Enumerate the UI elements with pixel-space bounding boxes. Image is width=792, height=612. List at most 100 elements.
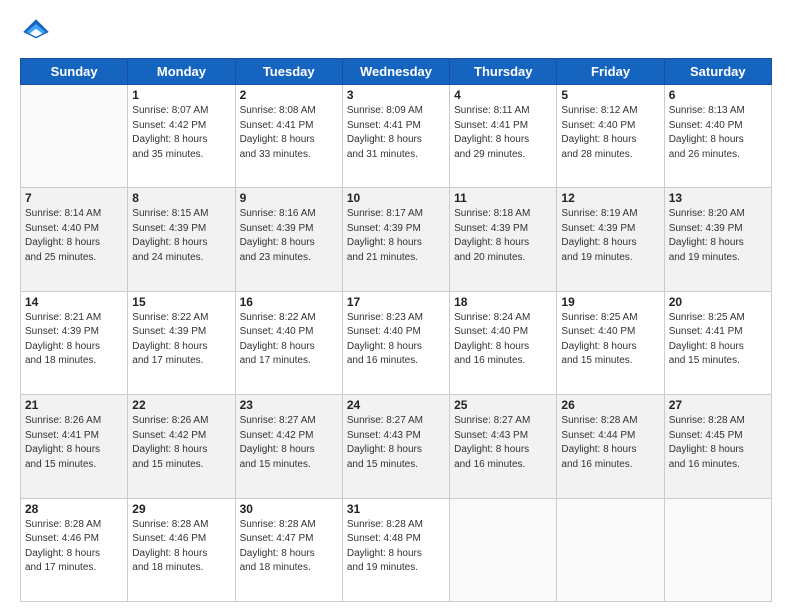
calendar-header-row: SundayMondayTuesdayWednesdayThursdayFrid…	[21, 59, 772, 85]
calendar-cell: 20 Sunrise: 8:25 AMSunset: 4:41 PMDayligh…	[664, 291, 771, 394]
day-details: Sunrise: 8:25 AMSunset: 4:40 PMDaylight:…	[561, 311, 659, 369]
calendar-cell: 11 Sunrise: 8:18 AMSunset: 4:39 PMDayligh…	[450, 188, 557, 291]
day-details: Sunrise: 8:15 AMSunset: 4:39 PMDaylight:…	[132, 207, 230, 265]
day-number: 6	[669, 88, 767, 102]
day-details: Sunrise: 8:16 AMSunset: 4:39 PMDaylight:…	[240, 207, 338, 265]
calendar-cell: 26Sunrise: 8:28 AMSunset: 4:44 PMDayligh…	[557, 395, 664, 498]
calendar-cell: 23 Sunrise: 8:27 AMSunset: 4:42 PMDayligh…	[235, 395, 342, 498]
day-details: Sunrise: 8:14 AMSunset: 4:40 PMDaylight:…	[25, 207, 123, 265]
calendar-cell: 8Sunrise: 8:15 AMSunset: 4:39 PMDaylight…	[128, 188, 235, 291]
day-number: 27	[669, 398, 767, 412]
column-header-friday: Friday	[557, 59, 664, 85]
day-details: Sunrise: 8:22 AMSunset: 4:39 PMDaylight:…	[132, 311, 230, 369]
day-number: 24	[347, 398, 445, 412]
day-details: Sunrise: 8:26 AMSunset: 4:41 PMDaylight:…	[25, 414, 123, 472]
logo-icon	[20, 16, 52, 48]
day-details: Sunrise: 8:27 AMSunset: 4:43 PMDaylight:…	[347, 414, 445, 472]
calendar-table: SundayMondayTuesdayWednesdayThursdayFrid…	[20, 58, 772, 602]
calendar-cell: 13 Sunrise: 8:20 AMSunset: 4:39 PMDayligh…	[664, 188, 771, 291]
day-number: 13	[669, 191, 767, 205]
day-details: Sunrise: 8:28 AMSunset: 4:46 PMDaylight:…	[25, 518, 123, 576]
day-number: 17	[347, 295, 445, 309]
day-details: Sunrise: 8:13 AMSunset: 4:40 PMDaylight:…	[669, 104, 767, 162]
calendar-cell: 29 Sunrise: 8:28 AMSunset: 4:46 PMDayligh…	[128, 498, 235, 601]
calendar-cell: 22 Sunrise: 8:26 AMSunset: 4:42 PMDayligh…	[128, 395, 235, 498]
calendar-cell	[21, 85, 128, 188]
day-number: 9	[240, 191, 338, 205]
day-number: 4	[454, 88, 552, 102]
calendar-cell: 2Sunrise: 8:08 AMSunset: 4:41 PMDaylight…	[235, 85, 342, 188]
column-header-wednesday: Wednesday	[342, 59, 449, 85]
day-number: 11	[454, 191, 552, 205]
calendar-cell: 24 Sunrise: 8:27 AMSunset: 4:43 PMDayligh…	[342, 395, 449, 498]
day-details: Sunrise: 8:28 AMSunset: 4:46 PMDaylight:…	[132, 518, 230, 576]
calendar-cell	[664, 498, 771, 601]
calendar-cell: 6 Sunrise: 8:13 AMSunset: 4:40 PMDaylight…	[664, 85, 771, 188]
calendar-cell: 28 Sunrise: 8:28 AMSunset: 4:46 PMDayligh…	[21, 498, 128, 601]
column-header-tuesday: Tuesday	[235, 59, 342, 85]
day-details: Sunrise: 8:23 AMSunset: 4:40 PMDaylight:…	[347, 311, 445, 369]
day-details: Sunrise: 8:18 AMSunset: 4:39 PMDaylight:…	[454, 207, 552, 265]
calendar-cell: 30 Sunrise: 8:28 AMSunset: 4:47 PMDayligh…	[235, 498, 342, 601]
day-number: 29	[132, 502, 230, 516]
day-number: 23	[240, 398, 338, 412]
day-number: 25	[454, 398, 552, 412]
day-number: 20	[669, 295, 767, 309]
day-details: Sunrise: 8:22 AMSunset: 4:40 PMDaylight:…	[240, 311, 338, 369]
logo	[20, 16, 56, 48]
column-header-saturday: Saturday	[664, 59, 771, 85]
calendar-cell: 5Sunrise: 8:12 AMSunset: 4:40 PMDaylight…	[557, 85, 664, 188]
column-header-thursday: Thursday	[450, 59, 557, 85]
day-details: Sunrise: 8:25 AMSunset: 4:41 PMDaylight:…	[669, 311, 767, 369]
calendar-cell: 19 Sunrise: 8:25 AMSunset: 4:40 PMDayligh…	[557, 291, 664, 394]
day-number: 16	[240, 295, 338, 309]
day-details: Sunrise: 8:09 AMSunset: 4:41 PMDaylight:…	[347, 104, 445, 162]
day-number: 30	[240, 502, 338, 516]
calendar-cell: 25Sunrise: 8:27 AMSunset: 4:43 PMDayligh…	[450, 395, 557, 498]
day-number: 21	[25, 398, 123, 412]
calendar-cell: 16 Sunrise: 8:22 AMSunset: 4:40 PMDayligh…	[235, 291, 342, 394]
day-details: Sunrise: 8:28 AMSunset: 4:47 PMDaylight:…	[240, 518, 338, 576]
day-details: Sunrise: 8:20 AMSunset: 4:39 PMDaylight:…	[669, 207, 767, 265]
day-number: 19	[561, 295, 659, 309]
day-details: Sunrise: 8:21 AMSunset: 4:39 PMDaylight:…	[25, 311, 123, 369]
calendar-cell: 10 Sunrise: 8:17 AMSunset: 4:39 PMDayligh…	[342, 188, 449, 291]
day-details: Sunrise: 8:11 AMSunset: 4:41 PMDaylight:…	[454, 104, 552, 162]
day-number: 31	[347, 502, 445, 516]
day-number: 3	[347, 88, 445, 102]
day-details: Sunrise: 8:28 AMSunset: 4:45 PMDaylight:…	[669, 414, 767, 472]
day-details: Sunrise: 8:19 AMSunset: 4:39 PMDaylight:…	[561, 207, 659, 265]
day-number: 7	[25, 191, 123, 205]
calendar-cell: 4 Sunrise: 8:11 AMSunset: 4:41 PMDaylight…	[450, 85, 557, 188]
calendar-cell: 18 Sunrise: 8:24 AMSunset: 4:40 PMDayligh…	[450, 291, 557, 394]
day-number: 1	[132, 88, 230, 102]
calendar-cell: 27 Sunrise: 8:28 AMSunset: 4:45 PMDayligh…	[664, 395, 771, 498]
day-details: Sunrise: 8:24 AMSunset: 4:40 PMDaylight:…	[454, 311, 552, 369]
calendar-week-row: 21 Sunrise: 8:26 AMSunset: 4:41 PMDayligh…	[21, 395, 772, 498]
page: SundayMondayTuesdayWednesdayThursdayFrid…	[0, 0, 792, 612]
day-number: 15	[132, 295, 230, 309]
day-details: Sunrise: 8:07 AMSunset: 4:42 PMDaylight:…	[132, 104, 230, 162]
day-number: 28	[25, 502, 123, 516]
day-number: 5	[561, 88, 659, 102]
calendar-cell	[450, 498, 557, 601]
day-number: 12	[561, 191, 659, 205]
day-number: 26	[561, 398, 659, 412]
day-number: 14	[25, 295, 123, 309]
day-details: Sunrise: 8:26 AMSunset: 4:42 PMDaylight:…	[132, 414, 230, 472]
day-details: Sunrise: 8:27 AMSunset: 4:42 PMDaylight:…	[240, 414, 338, 472]
day-number: 22	[132, 398, 230, 412]
calendar-cell	[557, 498, 664, 601]
calendar-cell: 3 Sunrise: 8:09 AMSunset: 4:41 PMDaylight…	[342, 85, 449, 188]
calendar-week-row: 1 Sunrise: 8:07 AMSunset: 4:42 PMDaylight…	[21, 85, 772, 188]
calendar-week-row: 14 Sunrise: 8:21 AMSunset: 4:39 PMDayligh…	[21, 291, 772, 394]
day-number: 10	[347, 191, 445, 205]
day-number: 18	[454, 295, 552, 309]
header	[20, 16, 772, 48]
day-details: Sunrise: 8:08 AMSunset: 4:41 PMDaylight:…	[240, 104, 338, 162]
calendar-cell: 15 Sunrise: 8:22 AMSunset: 4:39 PMDayligh…	[128, 291, 235, 394]
calendar-week-row: 7 Sunrise: 8:14 AMSunset: 4:40 PMDaylight…	[21, 188, 772, 291]
calendar-week-row: 28 Sunrise: 8:28 AMSunset: 4:46 PMDayligh…	[21, 498, 772, 601]
calendar-cell: 31Sunrise: 8:28 AMSunset: 4:48 PMDayligh…	[342, 498, 449, 601]
day-details: Sunrise: 8:17 AMSunset: 4:39 PMDaylight:…	[347, 207, 445, 265]
